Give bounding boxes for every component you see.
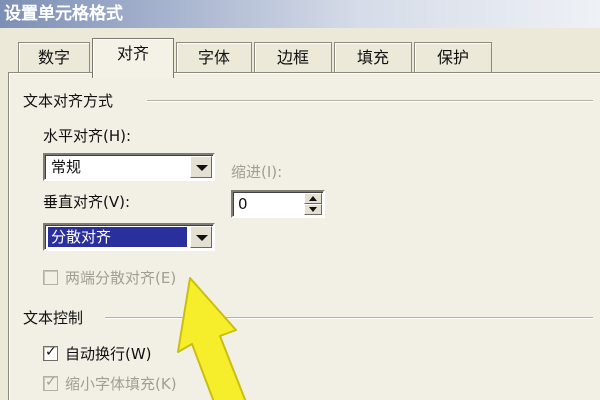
check-icon: ✓ <box>45 344 57 360</box>
shrink-to-fit-checkbox[interactable]: ✓ <box>43 374 58 391</box>
tab-number[interactable]: 数字 <box>18 42 90 74</box>
vertical-alignment-value: 分散对齐 <box>48 227 187 247</box>
group-divider-text-control <box>105 317 593 319</box>
tab-fill[interactable]: 填充 <box>334 42 412 74</box>
tab-strip: 数字 对齐 字体 边框 填充 保护 <box>18 38 600 78</box>
vertical-alignment-label: 垂直对齐(V): <box>43 193 131 211</box>
check-icon: ✓ <box>45 374 57 390</box>
indent-spinner[interactable]: 0 <box>231 190 325 218</box>
group-divider-alignment <box>147 100 593 102</box>
wrap-text-checkbox[interactable]: ✓ <box>43 344 58 361</box>
indent-label: 缩进(I): <box>231 163 283 181</box>
chevron-down-icon[interactable] <box>190 226 212 248</box>
tab-font[interactable]: 字体 <box>176 42 252 74</box>
horizontal-alignment-label: 水平对齐(H): <box>43 127 132 145</box>
horizontal-alignment-select[interactable]: 常规 <box>43 153 215 181</box>
alignment-panel: 文本对齐方式 水平对齐(H): 常规 缩进(I): 垂直对齐(V): 0 分散对… <box>8 72 600 400</box>
window-title: 设置单元格格式 <box>0 0 600 28</box>
text-control-group-title: 文本控制 <box>23 307 90 328</box>
justify-distributed-label: 两端分散对齐(E) <box>65 269 177 287</box>
shrink-to-fit-label: 缩小字体填充(K) <box>65 375 177 393</box>
text-alignment-group-title: 文本对齐方式 <box>23 90 120 111</box>
spin-down-icon[interactable] <box>304 204 322 215</box>
format-cells-dialog: 数字 对齐 字体 边框 填充 保护 文本对齐方式 水平对齐(H): 常规 缩进(… <box>0 28 600 400</box>
tab-border[interactable]: 边框 <box>254 42 332 74</box>
wrap-text-label: 自动换行(W) <box>65 345 152 363</box>
spin-up-icon[interactable] <box>304 193 322 204</box>
indent-value: 0 <box>238 195 248 213</box>
vertical-alignment-select[interactable]: 分散对齐 <box>43 223 215 251</box>
tab-alignment[interactable]: 对齐 <box>92 38 174 78</box>
tab-protection[interactable]: 保护 <box>414 42 492 74</box>
horizontal-alignment-value: 常规 <box>51 158 82 176</box>
chevron-down-icon[interactable] <box>190 156 212 178</box>
justify-distributed-checkbox[interactable] <box>43 270 58 285</box>
